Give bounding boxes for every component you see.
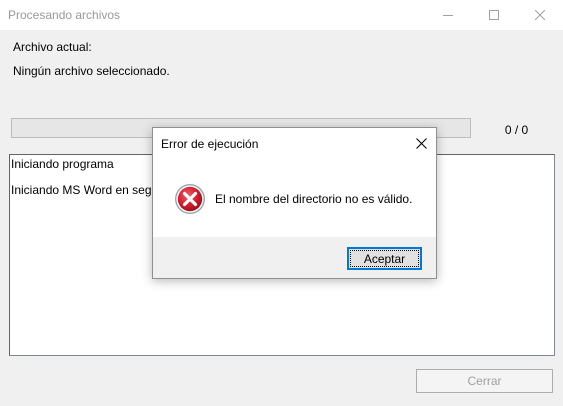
minimize-icon <box>443 15 453 16</box>
current-file-label: Archivo actual: <box>13 40 92 54</box>
aceptar-button[interactable]: Aceptar <box>347 247 422 270</box>
close-icon <box>535 10 545 20</box>
dialog-message: El nombre del directorio no es válido. <box>215 192 413 206</box>
maximize-button[interactable] <box>471 0 517 30</box>
window-title: Procesando archivos <box>8 8 121 22</box>
maximize-icon <box>489 10 499 20</box>
window-close-button[interactable] <box>517 0 563 30</box>
dialog-title: Error de ejecución <box>161 137 259 151</box>
progress-counter: 0 / 0 <box>504 123 529 137</box>
dialog-close-button[interactable] <box>406 128 436 158</box>
minimize-button[interactable] <box>425 0 471 30</box>
cerrar-button[interactable]: Cerrar <box>416 369 553 393</box>
error-dialog: Error de ejecución El nombre del directo… <box>152 127 437 279</box>
error-icon <box>175 184 205 214</box>
title-bar: Procesando archivos <box>0 0 563 30</box>
log-line: Iniciando programa <box>11 157 114 171</box>
close-icon <box>415 137 427 149</box>
current-file-value: Ningún archivo seleccionado. <box>13 64 170 78</box>
aceptar-button-label: Aceptar <box>363 251 406 266</box>
